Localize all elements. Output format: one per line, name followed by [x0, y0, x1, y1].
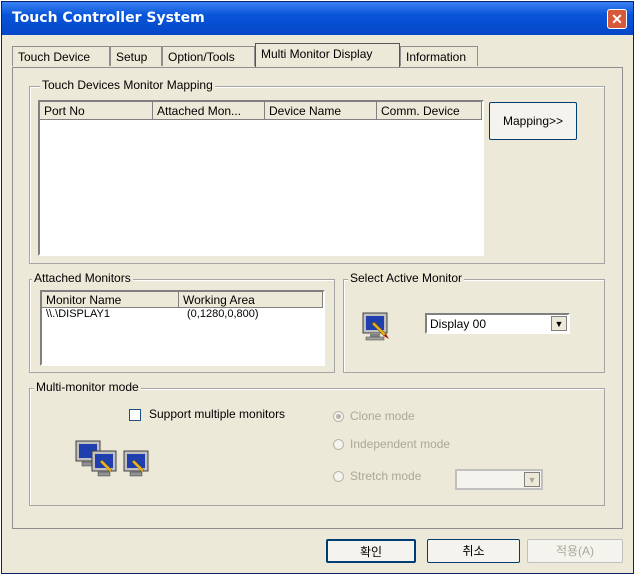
tab-multi-monitor-display[interactable]: Multi Monitor Display — [255, 43, 400, 67]
tab-setup[interactable]: Setup — [110, 46, 162, 66]
tab-information[interactable]: Information — [400, 46, 478, 66]
multi-monitor-mode-title: Multi-monitor mode — [34, 380, 141, 394]
active-monitor-value: Display 00 — [430, 317, 487, 331]
multi-monitor-mode-group: Multi-monitor mode Support multiple moni… — [29, 380, 605, 506]
tab-touch-device[interactable]: Touch Device — [12, 46, 110, 66]
stretch-mode-select[interactable]: ▼ — [455, 469, 543, 490]
independent-mode-radio[interactable] — [333, 439, 344, 450]
attached-monitors-title: Attached Monitors — [32, 271, 133, 285]
mapping-group: Touch Devices Monitor Mapping Port No At… — [29, 78, 605, 264]
working-area-cell: (0,1280,0,800) — [187, 308, 259, 320]
multi-monitor-panel: Touch Devices Monitor Mapping Port No At… — [12, 67, 623, 529]
select-active-monitor-title: Select Active Monitor — [348, 271, 465, 285]
clone-mode-label[interactable]: Clone mode — [350, 409, 415, 423]
active-monitor-select[interactable]: Display 00 ▼ — [425, 313, 570, 334]
chevron-down-icon[interactable]: ▼ — [524, 472, 540, 487]
stretch-mode-radio[interactable] — [333, 471, 344, 482]
select-active-monitor-group: Select Active Monitor Display 00 ▼ — [343, 271, 605, 373]
monitor-icon — [362, 312, 389, 341]
cancel-button[interactable]: 취소 — [427, 539, 520, 563]
column-header-attached-monitor[interactable]: Attached Mon... — [153, 102, 265, 120]
clone-mode-radio[interactable] — [333, 411, 344, 422]
mapping-list[interactable]: Port No Attached Mon... Device Name Comm… — [38, 100, 484, 256]
multi-monitor-icon — [75, 440, 149, 477]
support-multiple-monitors-label[interactable]: Support multiple monitors — [149, 407, 285, 421]
chevron-down-icon[interactable]: ▼ — [551, 316, 567, 331]
independent-mode-label[interactable]: Independent mode — [350, 437, 450, 451]
monitor-name-cell[interactable]: \\.\DISPLAY1 — [46, 308, 110, 320]
column-header-working-area[interactable]: Working Area — [179, 292, 323, 308]
ok-button[interactable]: 확인 — [326, 539, 416, 563]
column-header-device-name[interactable]: Device Name — [265, 102, 377, 120]
stretch-mode-label[interactable]: Stretch mode — [350, 469, 421, 483]
title-bar[interactable]: Touch Controller System ✕ — [2, 2, 633, 35]
column-header-comm-device[interactable]: Comm. Device — [377, 102, 482, 120]
column-header-port-no[interactable]: Port No — [40, 102, 153, 120]
attached-monitors-list[interactable]: Monitor Name Working Area \\.\DISPLAY1 (… — [40, 290, 325, 366]
tab-option-tools[interactable]: Option/Tools — [162, 46, 255, 66]
close-button[interactable]: ✕ — [607, 9, 627, 29]
window-title: Touch Controller System — [12, 10, 205, 26]
mapping-button[interactable]: Mapping>> — [489, 102, 577, 140]
mapping-group-title: Touch Devices Monitor Mapping — [40, 78, 215, 92]
support-multiple-monitors-checkbox[interactable] — [129, 409, 141, 421]
apply-button[interactable]: 적용(A) — [527, 539, 623, 563]
touch-controller-window: Touch Controller System ✕ Touch Device S… — [1, 1, 634, 574]
column-header-monitor-name[interactable]: Monitor Name — [42, 292, 179, 308]
attached-monitors-group: Attached Monitors Monitor Name Working A… — [29, 271, 335, 373]
